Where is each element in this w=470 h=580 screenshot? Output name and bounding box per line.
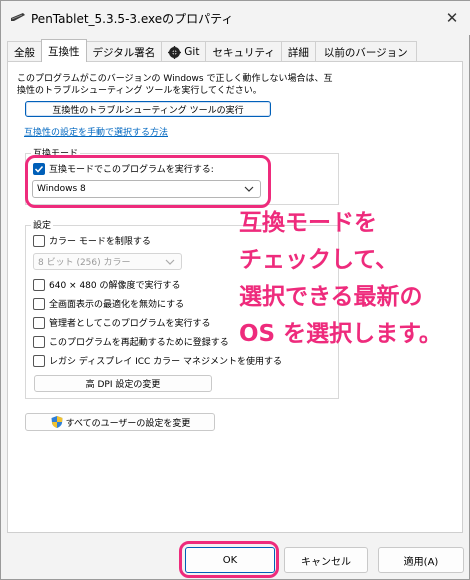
- chevron-down-icon: [244, 186, 254, 192]
- cancel-button[interactable]: キャンセル: [284, 547, 368, 573]
- legacy-icc-checkbox[interactable]: レガシ ディスプレイ ICC カラー マネジメントを使用する: [33, 354, 282, 367]
- title-bar: PenTablet_5.3.5-3.exeのプロパティ ✕: [1, 1, 470, 35]
- uac-shield-icon: [51, 416, 63, 428]
- git-icon: [168, 45, 182, 59]
- troubleshoot-button[interactable]: 互換性のトラブルシューティング ツールの実行: [25, 101, 271, 117]
- annotation-text: 互換モードを チェックして、 選択できる最新の OS を選択します。: [239, 210, 442, 347]
- tab-details[interactable]: 詳細: [280, 41, 316, 62]
- properties-window: PenTablet_5.3.5-3.exeのプロパティ ✕ 全般 互換性 デジタ…: [0, 0, 470, 580]
- compat-mode-label: 互換モードでこのプログラムを実行する:: [49, 165, 214, 175]
- color-mode-select[interactable]: 8 ビット (256) カラー: [33, 253, 182, 270]
- fullscreen-opt-checkbox[interactable]: 全画面表示の最適化を無効にする: [33, 297, 184, 310]
- checkbox-checked-icon: [33, 162, 45, 175]
- register-restart-label: このプログラムを再起動するために登録する: [49, 338, 229, 348]
- apply-button-label: 適用(A): [403, 556, 439, 568]
- cancel-button-label: キャンセル: [301, 556, 351, 568]
- all-users-button[interactable]: すべてのユーザーの設定を変更: [25, 413, 215, 431]
- tab-label: 詳細: [287, 46, 309, 59]
- compat-mode-checkbox[interactable]: 互換モードでこのプログラムを実行する:: [33, 162, 214, 175]
- tab-strip: 全般 互換性 デジタル署名 Git セキュリティ 詳細 以前のバージョン: [7, 39, 417, 62]
- tab-previous-versions[interactable]: 以前のバージョン: [314, 41, 417, 62]
- tab-label: Git: [184, 46, 200, 58]
- close-icon: ✕: [445, 9, 459, 27]
- settings-group-label: 設定: [31, 218, 54, 231]
- checkbox-icon: [33, 297, 45, 310]
- compat-mode-group-label: 互換モード: [31, 146, 81, 159]
- ok-button[interactable]: OK: [185, 547, 275, 573]
- tab-digital-signatures[interactable]: デジタル署名: [85, 41, 163, 62]
- ok-button-label: OK: [222, 554, 238, 566]
- chevron-down-icon: [165, 259, 175, 265]
- window-title: PenTablet_5.3.5-3.exeのプロパティ: [31, 12, 234, 26]
- tab-label: セキュリティ: [212, 46, 275, 59]
- tab-label: 互換性: [48, 45, 80, 58]
- checkbox-icon: [33, 335, 45, 348]
- checkbox-icon: [33, 234, 45, 247]
- tab-label: デジタル署名: [92, 46, 156, 59]
- high-dpi-button[interactable]: 高 DPI 設定の変更: [34, 375, 212, 392]
- reduced-color-checkbox[interactable]: カラー モードを制限する: [33, 234, 151, 247]
- fullscreen-opt-label: 全画面表示の最適化を無効にする: [49, 300, 185, 310]
- run-as-admin-checkbox[interactable]: 管理者としてこのプログラムを実行する: [33, 316, 210, 329]
- checkbox-icon: [33, 354, 45, 367]
- tab-security[interactable]: セキュリティ: [205, 41, 282, 62]
- checkbox-icon: [33, 316, 45, 329]
- all-users-button-label: すべてのユーザーの設定を変更: [65, 418, 191, 429]
- tab-label: 全般: [14, 46, 35, 59]
- manual-settings-link[interactable]: 互換性の設定を手動で選択する方法: [24, 125, 168, 138]
- tab-git[interactable]: Git: [161, 41, 207, 62]
- troubleshoot-button-label: 互換性のトラブルシューティング ツールの実行: [52, 105, 244, 116]
- legacy-icc-label: レガシ ディスプレイ ICC カラー マネジメントを使用する: [49, 357, 283, 367]
- close-button[interactable]: ✕: [437, 5, 467, 31]
- os-select-value: Windows 8: [37, 184, 86, 194]
- app-icon: [11, 13, 25, 21]
- checkbox-icon: [33, 278, 45, 291]
- os-select[interactable]: Windows 8: [32, 180, 261, 198]
- run-as-admin-label: 管理者としてこのプログラムを実行する: [49, 319, 211, 329]
- tab-general[interactable]: 全般: [7, 41, 42, 62]
- resolution-checkbox[interactable]: 640 × 480 の解像度で実行する: [33, 278, 180, 291]
- resolution-label: 640 × 480 の解像度で実行する: [49, 281, 181, 291]
- apply-button[interactable]: 適用(A): [378, 547, 464, 573]
- high-dpi-button-label: 高 DPI 設定の変更: [85, 380, 161, 390]
- tab-compatibility[interactable]: 互換性: [41, 39, 87, 62]
- register-restart-checkbox[interactable]: このプログラムを再起動するために登録する: [33, 335, 229, 348]
- intro-text: このプログラムがこのバージョンの Windows で正しく動作しない場合は、互 …: [17, 74, 333, 96]
- color-mode-value: 8 ビット (256) カラー: [38, 258, 131, 268]
- reduced-color-label: カラー モードを制限する: [49, 237, 151, 247]
- tab-label: 以前のバージョン: [323, 46, 408, 59]
